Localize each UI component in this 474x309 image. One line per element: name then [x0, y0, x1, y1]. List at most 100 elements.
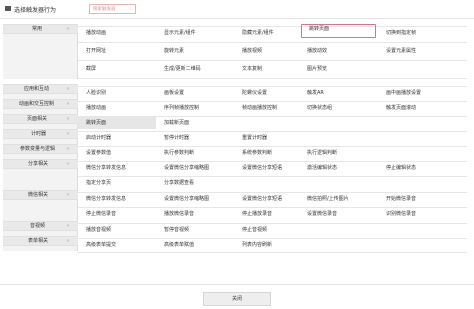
- trigger-item[interactable]: 截屏: [78, 63, 156, 75]
- trigger-item[interactable]: 生成/更新二维码: [156, 63, 234, 75]
- category-label: 页面相关: [27, 116, 48, 122]
- trigger-item-highlighted[interactable]: 跳转页面: [301, 24, 376, 38]
- trigger-item[interactable]: 图片预览: [299, 63, 378, 75]
- category-section: 参数变量与逻辑 ›: [3, 144, 78, 159]
- category-header[interactable]: 动画和交互控制 ›: [3, 99, 78, 109]
- trigger-item[interactable]: 激活编辑状态: [299, 162, 378, 174]
- category-section: 计时器 ›: [3, 129, 78, 144]
- trigger-item[interactable]: 设置微信分享缩略图: [156, 193, 234, 205]
- trigger-item[interactable]: 指定分享页: [78, 177, 156, 189]
- row-divider: [78, 252, 467, 253]
- category-label: 参数变量与逻辑: [20, 146, 56, 152]
- trigger-item[interactable]: 暂停计时器: [156, 132, 234, 144]
- trigger-item[interactable]: 画板设置: [156, 87, 234, 99]
- trigger-item[interactable]: 重置计时器: [234, 132, 299, 144]
- category-label: 应用和互动: [24, 86, 50, 92]
- trigger-item[interactable]: 播放视频: [234, 45, 299, 57]
- trigger-item[interactable]: 播放微信录音: [156, 208, 234, 220]
- chevron-right-icon: ›: [67, 116, 69, 122]
- trigger-item[interactable]: 执行逻辑判断: [299, 147, 378, 159]
- chevron-right-icon: ›: [67, 238, 69, 244]
- trigger-item[interactable]: 设置元素属性: [378, 45, 467, 57]
- chevron-right-icon: ›: [67, 131, 69, 137]
- trigger-item[interactable]: 停止音视频: [234, 224, 299, 236]
- trigger-item[interactable]: 打开网址: [78, 45, 156, 57]
- trigger-item[interactable]: 暂停音视频: [156, 224, 234, 236]
- trigger-item[interactable]: 切换状态组: [299, 102, 378, 114]
- category-section: 动画和交互控制 ›: [3, 99, 78, 114]
- trigger-item[interactable]: 序列帧播放控制: [156, 102, 234, 114]
- close-button[interactable]: 关闭: [203, 292, 271, 306]
- trigger-item[interactable]: 分享数据查看: [156, 177, 234, 189]
- chevron-right-icon: ›: [67, 223, 69, 229]
- trigger-item[interactable]: 停止编辑状态: [378, 162, 467, 174]
- trigger-item[interactable]: 微信拍照/上传图片: [299, 193, 378, 205]
- trigger-item[interactable]: 停止微信录音: [78, 208, 156, 220]
- trigger-item[interactable]: 画中画播放设置: [378, 87, 467, 99]
- trigger-item[interactable]: 设置微信分享短语: [234, 193, 299, 205]
- chevron-right-icon: ›: [67, 101, 69, 107]
- trigger-item[interactable]: 触发页面滚动: [378, 102, 467, 114]
- category-section: 分享相关 ›: [3, 159, 78, 190]
- category-section: 应用和互动 ›: [3, 84, 78, 99]
- trigger-item[interactable]: 开始微信录音: [378, 193, 467, 205]
- chevron-right-icon: ›: [67, 26, 69, 32]
- trigger-item[interactable]: 微信分享转发信息: [78, 162, 156, 174]
- trigger-item[interactable]: 显示元素/组件: [156, 27, 234, 39]
- trigger-item[interactable]: 文本复制: [234, 63, 299, 75]
- trigger-item[interactable]: 播放动效: [299, 45, 378, 57]
- row-divider: [78, 60, 467, 61]
- category-label: 计时器: [31, 131, 47, 137]
- category-header[interactable]: 音视频 ›: [3, 221, 78, 231]
- category-header[interactable]: 表单相关 ›: [3, 236, 78, 246]
- category-header[interactable]: 常用 ›: [3, 24, 78, 34]
- trigger-item[interactable]: 列表内容刷新: [234, 239, 299, 251]
- trigger-item[interactable]: 停止播放录音: [234, 208, 299, 220]
- category-header[interactable]: 计时器 ›: [3, 129, 78, 139]
- category-header[interactable]: 参数变量与逻辑 ›: [3, 144, 78, 154]
- dialog-icon: [5, 6, 11, 11]
- trigger-item[interactable]: 识别微信录音: [378, 208, 467, 220]
- category-label: 分享相关: [28, 161, 49, 167]
- trigger-item[interactable]: 设置微信分享缩略图: [156, 162, 234, 174]
- trigger-item-selected[interactable]: 跳转页面: [78, 117, 156, 129]
- chevron-right-icon: ›: [67, 161, 69, 167]
- category-header[interactable]: 分享相关 ›: [3, 159, 78, 169]
- category-section: 微信相关 ›: [3, 190, 78, 221]
- row-divider: [78, 78, 467, 79]
- search-input[interactable]: [89, 4, 136, 14]
- category-label: 动画和交互控制: [19, 101, 55, 107]
- trigger-item[interactable]: 陀螺仪设置: [234, 87, 299, 99]
- trigger-item[interactable]: 高级表单提交: [78, 239, 156, 251]
- trigger-item[interactable]: 播放音视频: [78, 224, 156, 236]
- trigger-item[interactable]: 设置微信录音: [299, 208, 378, 220]
- dialog-header: 选择触发器行为: [0, 0, 474, 20]
- trigger-item[interactable]: 切换到指定帧: [378, 27, 467, 39]
- category-section: 页面相关 ›: [3, 114, 78, 129]
- trigger-item[interactable]: 启动计时器: [78, 132, 156, 144]
- chevron-right-icon: ›: [67, 86, 69, 92]
- trigger-item[interactable]: 高级表单赋值: [156, 239, 234, 251]
- trigger-item[interactable]: 设置微信分享短语: [234, 162, 299, 174]
- trigger-item[interactable]: 加载新页面: [156, 117, 234, 129]
- trigger-item[interactable]: 帧动画播放控制: [234, 102, 299, 114]
- trigger-item[interactable]: 播放动画: [78, 27, 156, 39]
- category-label: 常用: [32, 26, 43, 32]
- trigger-item[interactable]: 微信分享转发信息: [78, 193, 156, 205]
- category-label: 微信相关: [28, 192, 49, 198]
- row-divider: [78, 42, 467, 43]
- trigger-item[interactable]: 触发AR: [299, 87, 378, 99]
- chevron-right-icon: ›: [67, 192, 69, 198]
- trigger-item[interactable]: 执行参数判断: [156, 147, 234, 159]
- category-header[interactable]: 应用和互动 ›: [3, 84, 78, 94]
- trigger-item[interactable]: 人脸识别: [78, 87, 156, 99]
- trigger-item[interactable]: 播放动画: [78, 102, 156, 114]
- trigger-item[interactable]: 设置参数值: [78, 147, 156, 159]
- category-label: 表单相关: [28, 238, 49, 244]
- category-header[interactable]: 微信相关 ›: [3, 190, 78, 200]
- trigger-item[interactable]: 旋转元素: [156, 45, 234, 57]
- trigger-item[interactable]: 隐藏元素/组件: [234, 27, 299, 39]
- category-header[interactable]: 页面相关 ›: [3, 114, 78, 124]
- trigger-item[interactable]: 系统参数判断: [234, 147, 299, 159]
- header-divider: [0, 18, 474, 19]
